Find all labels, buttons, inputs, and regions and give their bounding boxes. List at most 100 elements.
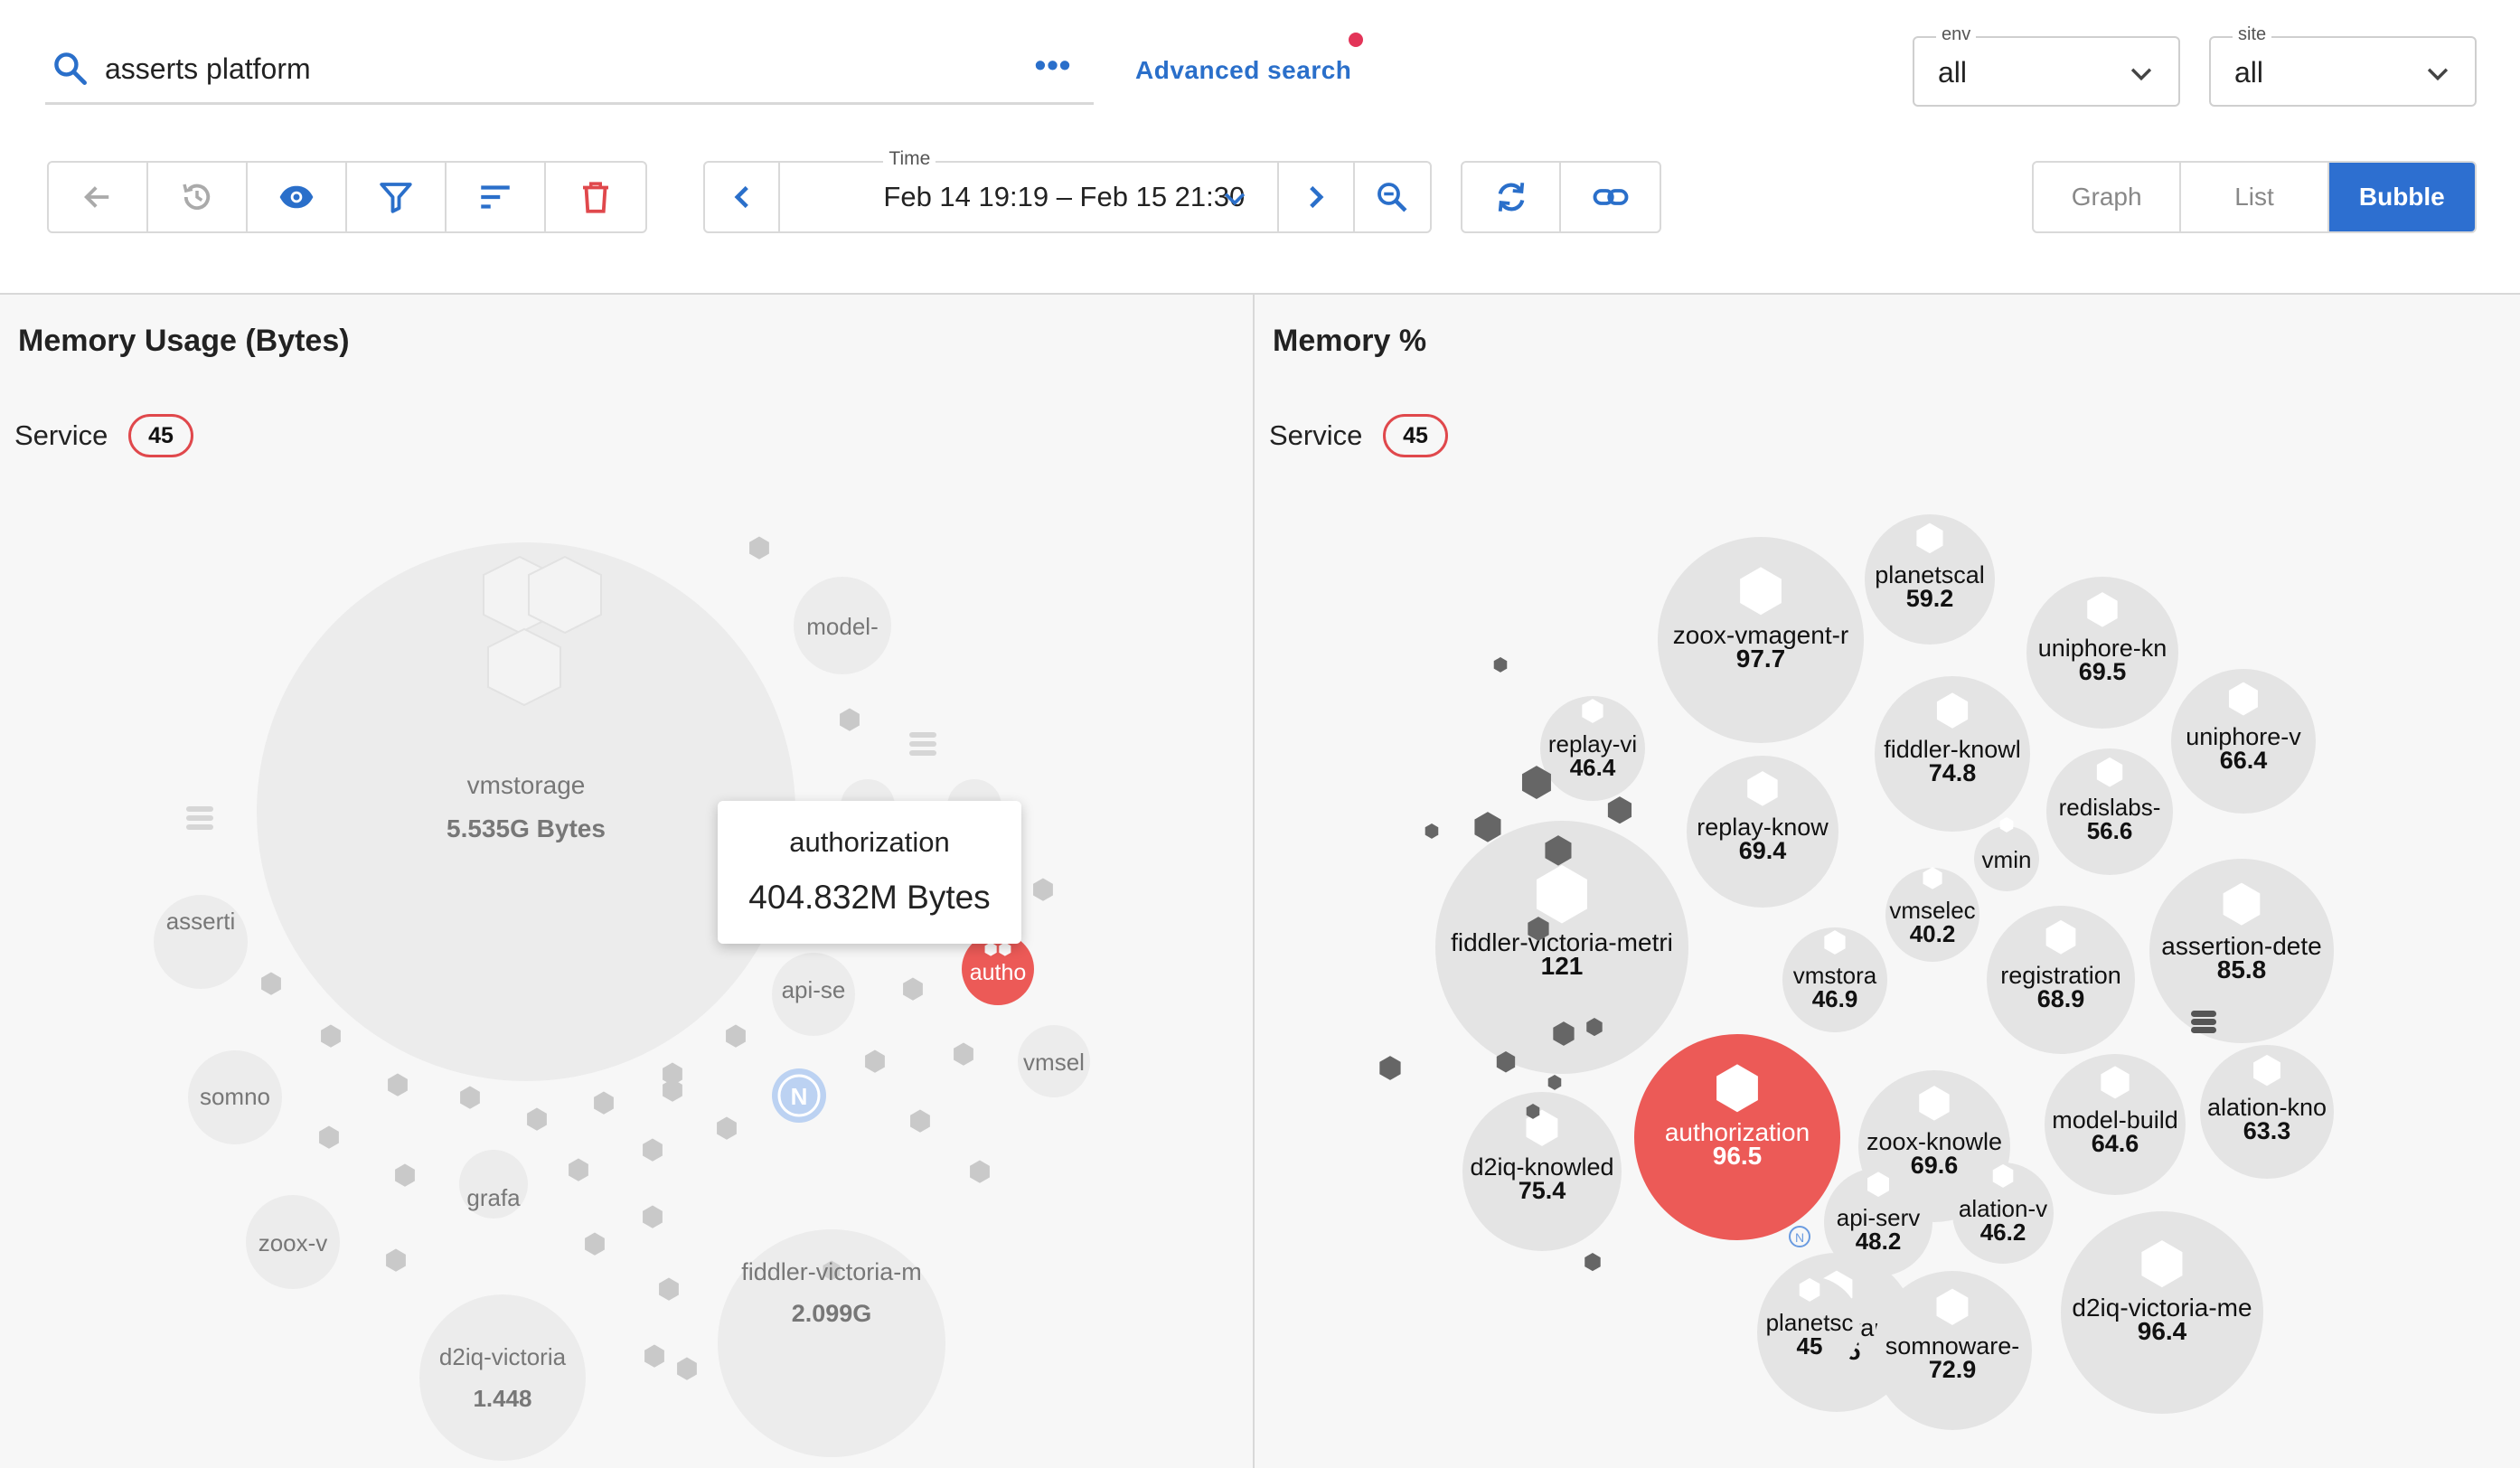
svg-text:⬢: ⬢ [643,1341,666,1371]
chevron-down-icon [2427,68,2449,81]
bubble[interactable]: ⬢model-build64.6 [2045,1054,2186,1195]
service-icon: ⬢ [2220,874,2264,931]
view-graph-button[interactable]: Graph [2034,163,2182,231]
bubble-value: 69.5 [2079,658,2127,685]
svg-text:⬢: ⬢ [567,1155,590,1185]
service-icon: ⬢ [2043,914,2078,960]
small-service-icon: ⬢ [1378,1051,1403,1084]
toolbar [47,161,647,233]
bubble[interactable]: ⬢registration68.9 [1987,906,2135,1054]
service-icon: ⬢ [1916,1079,1952,1126]
more-options-icon[interactable]: ••• [1030,49,1076,89]
bubble[interactable]: ⬢zoox-vmagent-r97.7 [1658,537,1864,743]
bubble-label: vmstorage [467,771,586,799]
svg-text:⬢: ⬢ [458,1083,482,1113]
svg-text:⬢: ⬢ [259,969,283,999]
bubble[interactable]: ⬢vmselec40.2 [1885,864,1979,962]
service-icon: ⬢ [2226,677,2261,721]
arrow-left-icon [84,186,109,208]
env-select[interactable]: env all [1913,24,2180,107]
bubble[interactable]: ⬢d2iq-knowled75.4 [1462,1092,1622,1251]
search-bar[interactable]: asserts platform ••• [45,36,1094,105]
svg-text:⬢: ⬢ [317,1123,341,1153]
bubble[interactable]: asserti [154,895,248,989]
svg-text:⬢: ⬢ [715,1114,738,1143]
bubble[interactable]: ⬢uniphore-kn69.5 [2026,577,2178,729]
database-icon [2191,1011,2216,1033]
view-list-button[interactable]: List [2181,163,2329,231]
env-select-value: all [1938,56,1968,89]
time-next-button[interactable] [1279,163,1355,231]
bubble-value: 69.4 [1739,837,1787,864]
svg-text:⬢: ⬢ [592,1088,616,1118]
bubble[interactable]: ⬢vmstora46.9 [1782,926,1887,1032]
bubble-label: vmsel [1023,1049,1085,1076]
bubble[interactable]: ⬢planetscal59.2 [1865,514,1995,645]
svg-text:⬢: ⬢ [1031,875,1055,905]
sort-button[interactable] [447,163,546,231]
history-button[interactable] [148,163,248,231]
service-icon: ⬢ [2094,753,2125,792]
svg-text:⬢: ⬢ [952,1040,975,1069]
refresh-button[interactable] [1462,163,1562,231]
bubble-value: 63.3 [2243,1117,2291,1144]
svg-text:⬢: ⬢ [393,1161,417,1190]
time-range-select[interactable]: Time Feb 14 19:19 – Feb 15 21:30 [780,148,1280,231]
chevron-down-icon [2130,68,2152,81]
bubble-highlighted[interactable]: ⬢⬢ autho [962,933,1034,1005]
bubble[interactable]: ⬢ fiddler-victoria-m 2.099G [718,1229,945,1457]
bubble[interactable]: ⬢ vmin [1974,815,2039,891]
svg-text:⬢: ⬢ [641,1135,664,1165]
back-button[interactable] [49,163,148,231]
bubble[interactable]: ⬢replay-know69.4 [1687,756,1838,908]
bubble[interactable]: ⬢somnoware-72.9 [1873,1271,2032,1430]
filter-icon [380,183,412,213]
service-icon: ⬢ [2084,586,2120,633]
advanced-search-link[interactable]: Advanced search [1135,56,1351,85]
svg-text:⬢: ⬢ [748,533,771,563]
svg-text:⬢: ⬢ [525,1105,549,1134]
small-service-icon: ⬢ [1492,655,1508,675]
svg-text:⬢: ⬢ [968,1157,992,1187]
view-bubble-button[interactable]: Bubble [2328,163,2475,231]
bubble[interactable]: ⬢alation-kno63.3 [2200,1045,2334,1179]
actions-group [1461,161,1661,233]
notification-dot [1349,33,1363,47]
bubble-value: 96.4 [2138,1317,2187,1345]
bubble-highlighted[interactable]: ⬢authorization96.5 [1634,1034,1840,1240]
bubble-value: 46.2 [1980,1219,2026,1246]
tooltip-service-name: authorization [789,826,950,858]
service-icon: ⬢ [1933,1284,1971,1332]
bubble[interactable]: d2iq-victoria 1.448 [419,1294,586,1461]
bubble[interactable]: api-se [772,953,855,1036]
site-select[interactable]: site all [2209,24,2477,107]
link-icon [1593,189,1628,205]
view-button[interactable] [248,163,347,231]
copy-link-button[interactable] [1561,163,1660,231]
bubble[interactable]: ⬢assertion-dete85.8 [2149,859,2334,1043]
bubble[interactable]: model- [794,577,891,674]
svg-text:N: N [1795,1230,1804,1245]
zoom-out-button[interactable] [1355,163,1430,231]
bubble-label: fiddler-victoria-m [741,1258,922,1285]
bubble[interactable]: grafa [459,1150,528,1219]
bubble[interactable]: somno [188,1050,282,1144]
bubble[interactable]: ⬢replay-vi46.4 [1540,694,1645,801]
bubble[interactable]: ⬢uniphore-v66.4 [2171,669,2316,814]
delete-button[interactable] [546,163,645,231]
chevron-right-icon [1310,185,1324,209]
svg-text:⬢: ⬢ [908,1106,932,1136]
filter-button[interactable] [347,163,447,231]
bubble[interactable]: ⬢fiddler-knowl74.8 [1875,676,2030,832]
search-input[interactable]: asserts platform [105,49,311,89]
bubble[interactable]: vmstorage 5.535G Bytes [257,542,795,1081]
database-icon [909,732,936,756]
small-service-icon: ⬢ [1547,1073,1562,1093]
bubble[interactable]: zoox-v [246,1195,340,1289]
bubble[interactable]: vmsel [1018,1025,1090,1097]
bubble-value: 46.4 [1570,754,1616,781]
time-prev-button[interactable] [705,163,781,231]
bubble-value: 45 [1797,1332,1823,1360]
bubble[interactable]: ⬢redislabs-56.6 [2046,748,2173,875]
bubble[interactable]: ⬢d2iq-victoria-me96.4 [2061,1211,2263,1414]
